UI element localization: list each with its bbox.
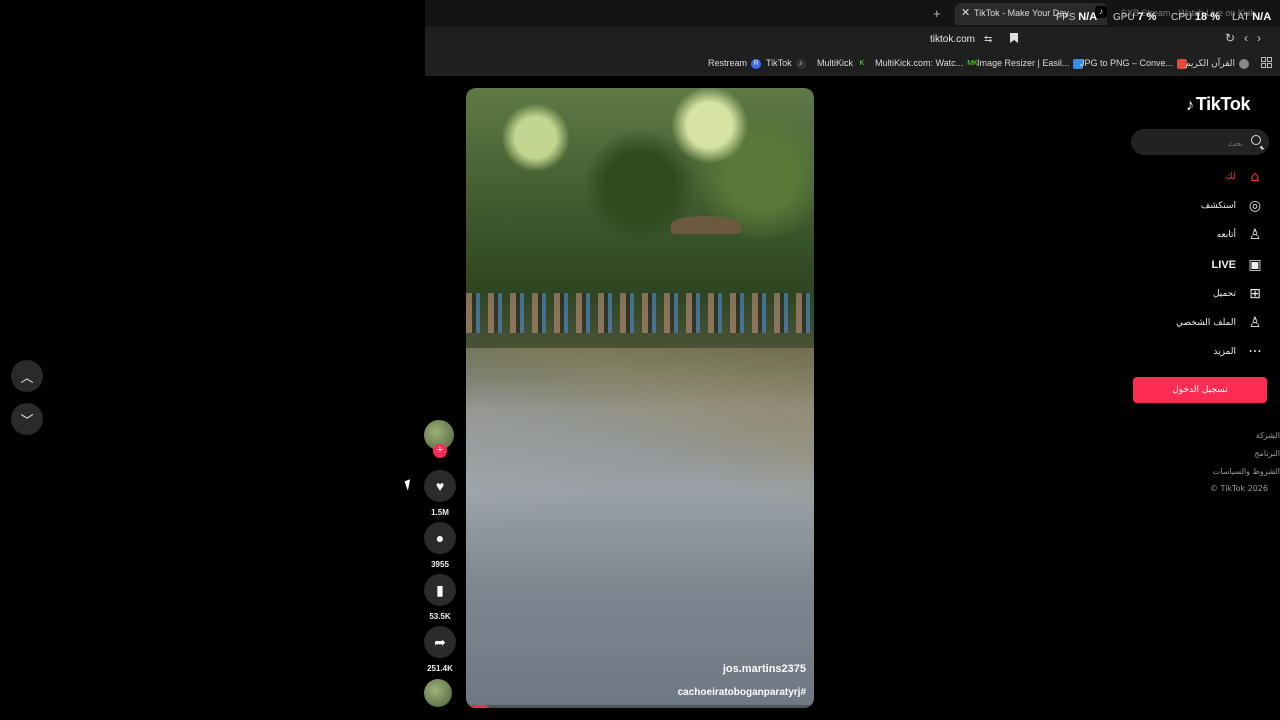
- video-waterslide: [466, 348, 814, 708]
- search-input[interactable]: [1141, 133, 1245, 153]
- url-text[interactable]: tiktok.com: [930, 34, 975, 45]
- profile-icon: ♙: [1248, 315, 1262, 331]
- bookmarks-bar: Restream R TikTok ♪ MultiKick K MultiKick.c…: [425, 51, 1280, 76]
- mouse-cursor-icon: [404, 479, 414, 491]
- tab-close-icon[interactable]: ✕: [961, 6, 970, 19]
- bookmark-multikick-com[interactable]: MultiKick.com: Watc... MK: [875, 58, 978, 69]
- tiktok-logo[interactable]: ♪ TikTok: [1186, 94, 1251, 115]
- bookmark-quran[interactable]: القرآن الكريم: [1185, 58, 1250, 69]
- tiktok-logo-icon: ♪: [1186, 97, 1194, 114]
- compass-icon: ◎: [1248, 198, 1262, 214]
- apps-grid-icon[interactable]: [1261, 57, 1272, 68]
- lat-overlay: LAT N/A: [1232, 11, 1272, 23]
- like-action[interactable]: ♥ 1.5M: [424, 470, 456, 517]
- sidebar-item-for-you[interactable]: لك ⌂: [1226, 166, 1264, 188]
- new-tab-button[interactable]: +: [933, 6, 941, 21]
- share-icon[interactable]: ➦: [424, 626, 456, 658]
- user-plus-icon: ♙: [1248, 227, 1262, 243]
- like-count: 1.5M: [431, 508, 449, 517]
- globe-icon: [1239, 58, 1250, 69]
- more-icon: ···: [1248, 344, 1262, 360]
- nav-controls[interactable]: ↻‹›: [1225, 31, 1270, 45]
- save-count: 53.5K: [429, 612, 451, 621]
- bookmark-restream[interactable]: Restream R: [708, 58, 762, 69]
- bookmark-save-icon[interactable]: ▮: [424, 574, 456, 606]
- comment-action[interactable]: ● 3955: [424, 522, 456, 569]
- follow-button[interactable]: +: [433, 444, 447, 458]
- sidebar-item-profile[interactable]: الملف الشخصي ♙: [1176, 312, 1264, 334]
- video-player[interactable]: jos.martins2375 #cachoeiratoboganparatyr…: [466, 88, 814, 708]
- bookmark-image-resizer[interactable]: Image Resizer | Easil...: [977, 58, 1084, 69]
- previous-video-button[interactable]: ︿: [11, 360, 43, 392]
- video-hashtag[interactable]: #cachoeiratoboganparatyrj: [678, 687, 806, 698]
- heart-icon[interactable]: ♥: [424, 470, 456, 502]
- gpu-overlay: GPU 7 %: [1113, 11, 1157, 23]
- next-video-button[interactable]: ﹀: [11, 403, 43, 435]
- video-umbrella: [671, 216, 741, 234]
- search-icon[interactable]: [1251, 135, 1261, 145]
- search-box[interactable]: [1131, 129, 1269, 155]
- footer-company[interactable]: الشركة: [1256, 431, 1280, 440]
- site-settings-icon[interactable]: ⇆: [984, 34, 992, 45]
- sidebar-item-explore[interactable]: استكشف ◎: [1201, 195, 1264, 217]
- footer-copyright: TikTok 2026 ©: [1210, 484, 1268, 493]
- chevron-up-icon: ︿: [20, 369, 34, 385]
- music-disc-avatar[interactable]: [424, 679, 452, 707]
- mk-icon: MK: [967, 58, 978, 69]
- restream-icon: R: [751, 58, 762, 69]
- action-bar: +: [422, 420, 456, 458]
- share-action[interactable]: ➦ 251.4K: [424, 626, 456, 673]
- comment-icon[interactable]: ●: [424, 522, 456, 554]
- plus-square-icon: ⊞: [1249, 286, 1261, 302]
- login-button[interactable]: تسجيل الدخول: [1133, 377, 1267, 403]
- video-progress-bar[interactable]: [466, 705, 814, 708]
- sidebar-item-following[interactable]: أتابعه ♙: [1217, 224, 1264, 246]
- save-action[interactable]: ▮ 53.5K: [424, 574, 456, 621]
- share-count: 251.4K: [427, 664, 453, 673]
- kick-icon: K: [857, 58, 868, 69]
- video-progress-fill: [466, 705, 487, 708]
- footer-program[interactable]: البرنامج: [1254, 449, 1280, 458]
- browser-chrome: + ✕ TikTok - Make Your Day ♪ SXB Stream …: [425, 0, 1280, 76]
- fps-overlay: FPS N/A: [1056, 11, 1098, 23]
- footer-terms[interactable]: الشروط والسياسات: [1213, 467, 1280, 476]
- video-username[interactable]: jos.martins2375: [723, 663, 806, 675]
- chevron-down-icon: ﹀: [20, 412, 34, 428]
- sidebar-item-more[interactable]: المزيد ···: [1213, 341, 1264, 363]
- bookmark-multikick[interactable]: MultiKick K: [817, 58, 868, 69]
- tab-bar: + ✕ TikTok - Make Your Day ♪ SXB Stream …: [425, 0, 1280, 27]
- sidebar-item-upload[interactable]: تحميل ⊞: [1213, 283, 1264, 305]
- bookmark-jpg-to-png[interactable]: JPG to PNG – Conve...: [1080, 58, 1188, 69]
- creator-avatar[interactable]: +: [424, 420, 454, 458]
- sidebar-item-live[interactable]: LIVE ▣: [1212, 254, 1264, 276]
- video-crowd: [466, 293, 814, 333]
- back-icon: ‹: [1244, 31, 1257, 45]
- live-tv-icon: ▣: [1248, 257, 1262, 273]
- address-bar[interactable]: tiktok.com ⇆ ↻‹›: [425, 27, 1280, 51]
- comment-count: 3955: [431, 560, 449, 569]
- bookmark-tiktok[interactable]: TikTok ♪: [766, 58, 806, 69]
- cpu-overlay: CPU 18 %: [1171, 11, 1220, 23]
- reload-icon: ↻: [1224, 31, 1244, 45]
- tab-title: TikTok - Make Your Day: [974, 8, 1069, 18]
- home-icon: ⌂: [1250, 169, 1260, 185]
- tiktok-icon: ♪: [795, 58, 806, 69]
- forward-icon: ›: [1257, 31, 1270, 45]
- bookmark-icon[interactable]: [1010, 33, 1018, 43]
